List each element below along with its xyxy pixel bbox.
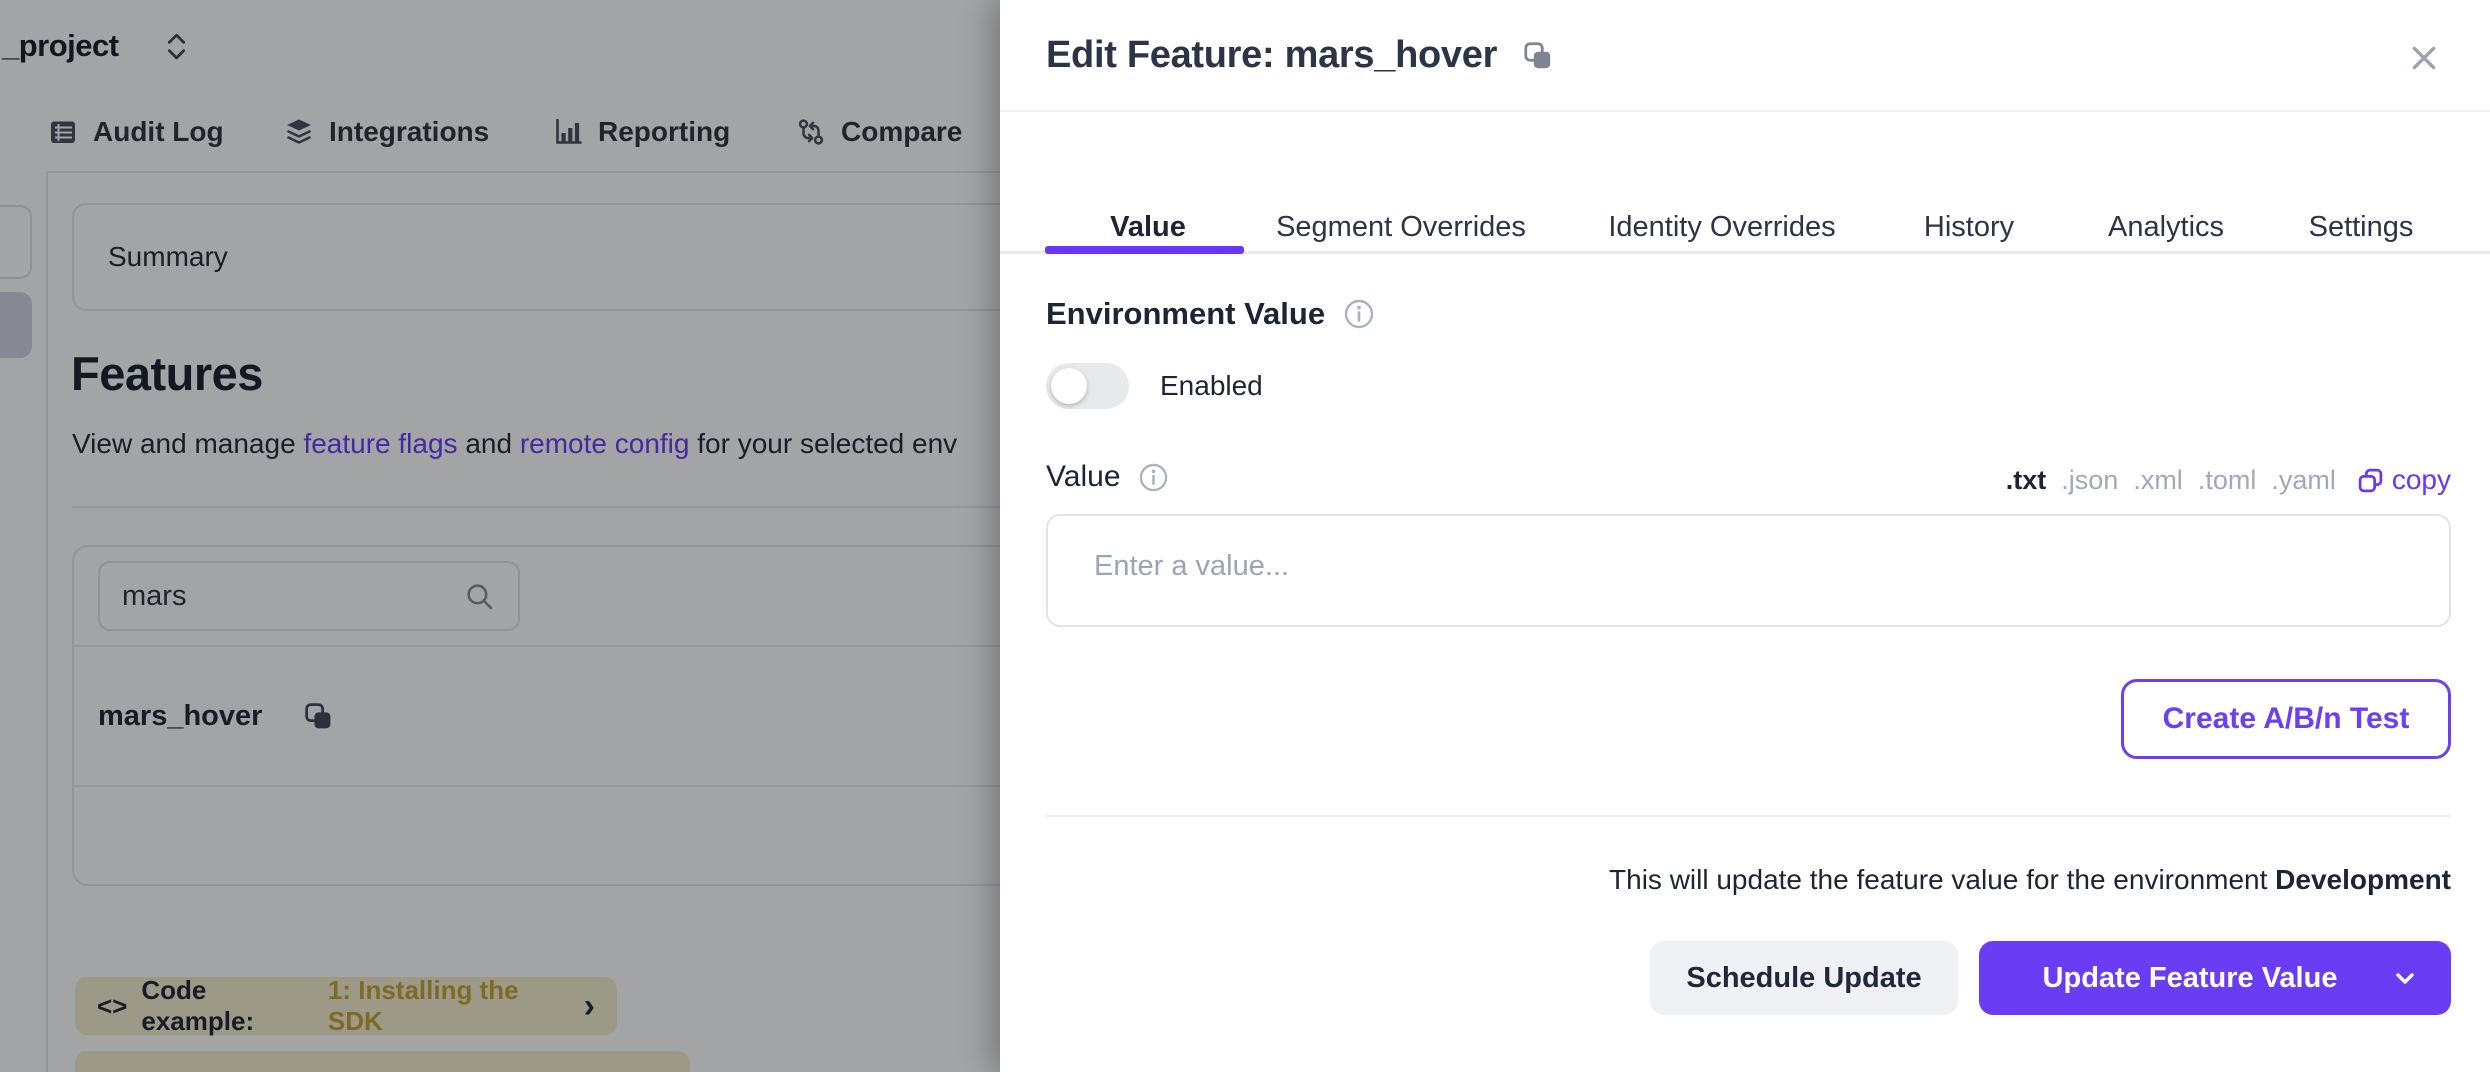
value-textarea[interactable] bbox=[1046, 514, 2451, 627]
copy-icon bbox=[2357, 467, 2384, 494]
update-feature-value-button[interactable]: Update Feature Value bbox=[1979, 941, 2451, 1015]
tab-value[interactable]: Value bbox=[1110, 204, 1186, 250]
value-label: Value bbox=[1046, 460, 1121, 494]
toggle-knob bbox=[1051, 368, 1087, 404]
close-icon bbox=[2408, 42, 2440, 74]
create-ab-test-button[interactable]: Create A/B/n Test bbox=[2121, 679, 2451, 759]
tab-identity-overrides[interactable]: Identity Overrides bbox=[1608, 204, 1835, 250]
environment-value-section: Environment Value bbox=[1046, 296, 1375, 332]
edit-feature-drawer: Edit Feature: mars_hover Value Segment O… bbox=[1000, 0, 2490, 1072]
tab-segment-overrides[interactable]: Segment Overrides bbox=[1276, 204, 1526, 250]
drawer-title: Edit Feature: mars_hover bbox=[1046, 34, 1497, 77]
copy-label: copy bbox=[2392, 464, 2451, 496]
format-option-txt[interactable]: .txt bbox=[2006, 465, 2047, 496]
format-option-toml[interactable]: .toml bbox=[2198, 465, 2257, 496]
copy-icon[interactable] bbox=[1521, 39, 1555, 73]
toggle-label: Enabled bbox=[1160, 370, 1263, 402]
tab-analytics[interactable]: Analytics bbox=[2108, 204, 2224, 250]
info-icon[interactable] bbox=[1343, 298, 1375, 330]
update-button-label: Update Feature Value bbox=[2043, 962, 2338, 994]
drawer-header-divider bbox=[1000, 110, 2490, 112]
close-button[interactable] bbox=[2402, 36, 2446, 80]
tab-history[interactable]: History bbox=[1924, 204, 2014, 250]
value-label-row: Value bbox=[1046, 460, 1169, 494]
active-tab-indicator bbox=[1045, 246, 1244, 254]
schedule-update-button[interactable]: Schedule Update bbox=[1650, 941, 1958, 1015]
format-option-xml[interactable]: .xml bbox=[2133, 465, 2183, 496]
app-window: _project Audit Log Integrations Reportin… bbox=[0, 0, 2490, 1072]
enabled-toggle[interactable] bbox=[1046, 363, 1129, 409]
environment-name: Development bbox=[2275, 864, 2451, 895]
format-option-json[interactable]: .json bbox=[2061, 465, 2118, 496]
drawer-actions: Schedule Update Update Feature Value bbox=[1650, 941, 2451, 1015]
note-text: This will update the feature value for t… bbox=[1609, 864, 2275, 895]
update-note: This will update the feature value for t… bbox=[1609, 864, 2451, 896]
environment-value-heading: Environment Value bbox=[1046, 296, 1325, 332]
tab-settings[interactable]: Settings bbox=[2309, 204, 2414, 250]
drawer-header: Edit Feature: mars_hover bbox=[1046, 34, 1555, 77]
footer-divider bbox=[1046, 815, 2451, 817]
format-option-yaml[interactable]: .yaml bbox=[2271, 465, 2336, 496]
chevron-down-icon bbox=[2393, 967, 2417, 991]
info-icon[interactable] bbox=[1138, 462, 1169, 493]
enabled-toggle-row: Enabled bbox=[1046, 363, 1263, 409]
value-format-selector: .txt .json .xml .toml .yaml copy bbox=[2006, 464, 2451, 496]
copy-value-button[interactable]: copy bbox=[2357, 464, 2451, 496]
